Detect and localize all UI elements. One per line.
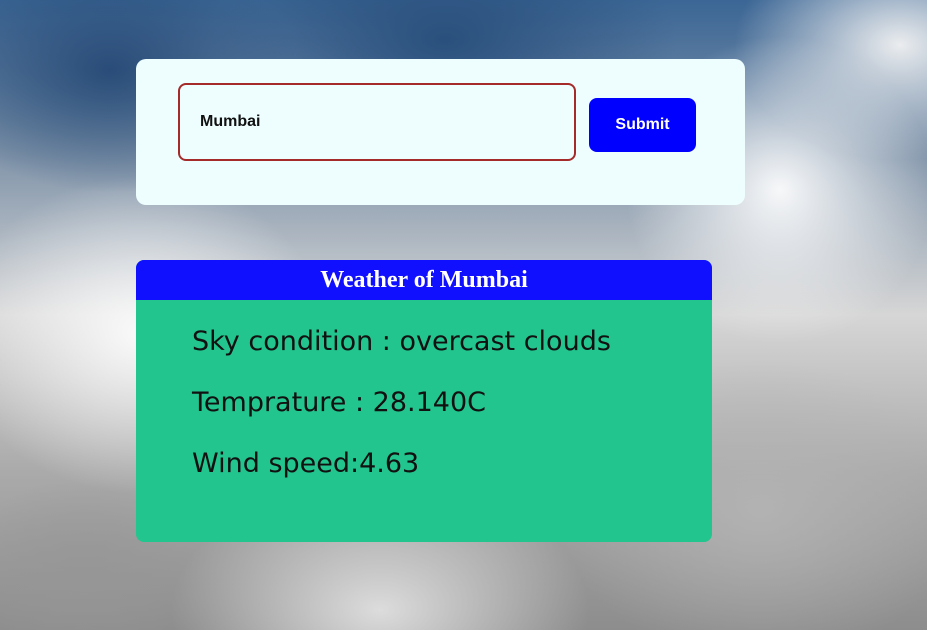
- sky-condition-text: Sky condition : overcast clouds: [192, 326, 611, 357]
- temperature-text: Temprature : 28.140C: [192, 387, 487, 418]
- weather-details: Sky condition : overcast clouds Tempratu…: [136, 300, 712, 480]
- search-card: Submit: [136, 59, 745, 205]
- city-input[interactable]: [178, 83, 576, 161]
- wind-speed-text: Wind speed:4.63: [192, 448, 420, 479]
- submit-button[interactable]: Submit: [589, 98, 696, 152]
- weather-title: Weather of Mumbai: [136, 260, 712, 300]
- weather-card: Weather of Mumbai Sky condition : overca…: [136, 260, 712, 542]
